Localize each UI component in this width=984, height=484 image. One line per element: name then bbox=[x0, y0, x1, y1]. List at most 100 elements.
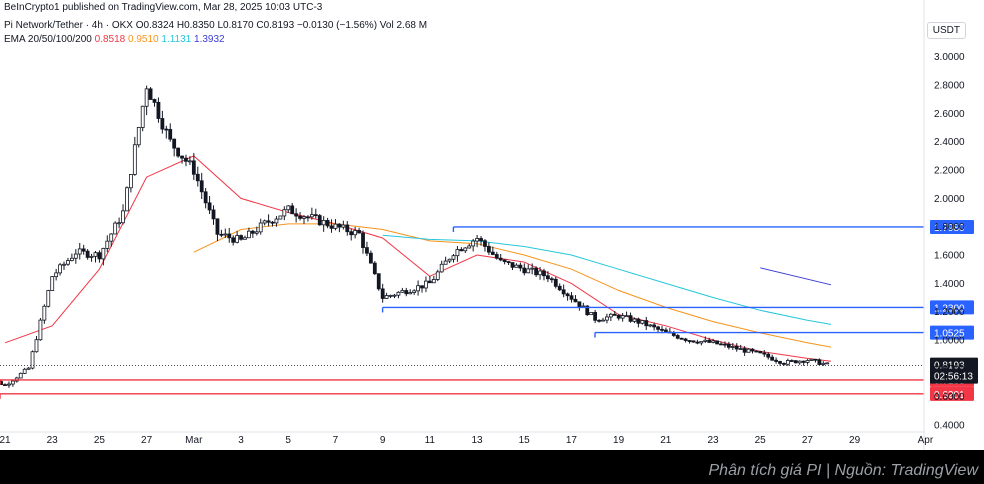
candle-down bbox=[317, 215, 322, 226]
x-tick-label: 27 bbox=[802, 435, 814, 446]
candle-up bbox=[825, 362, 830, 365]
candle-up bbox=[443, 260, 448, 265]
ema-line-ema100 bbox=[382, 234, 832, 325]
candle-up bbox=[321, 220, 326, 226]
candle-down bbox=[357, 230, 361, 234]
candle-up bbox=[113, 222, 118, 235]
candle-up bbox=[620, 315, 625, 319]
candle-up bbox=[467, 245, 472, 249]
candle-down bbox=[683, 338, 688, 341]
candle-up bbox=[475, 238, 479, 242]
candle-down bbox=[184, 157, 188, 162]
candle-down bbox=[148, 88, 153, 100]
candle-up bbox=[125, 187, 129, 212]
candle-up bbox=[93, 252, 98, 257]
candle-up bbox=[58, 264, 62, 274]
candle-down bbox=[715, 340, 719, 345]
candle-down bbox=[628, 315, 633, 322]
candle-down bbox=[518, 264, 523, 269]
candle-down bbox=[483, 240, 487, 247]
candle-up bbox=[471, 240, 476, 247]
candle-down bbox=[734, 346, 739, 350]
chart-panel[interactable]: BeInCrypto1 published on TradingView.com… bbox=[0, 0, 984, 450]
candle-down bbox=[593, 312, 598, 321]
candle-up bbox=[243, 237, 247, 240]
candle-down bbox=[294, 213, 299, 217]
ema-layer bbox=[4, 155, 832, 362]
candle-up bbox=[455, 249, 460, 257]
candle-down bbox=[660, 328, 664, 331]
candle-up bbox=[7, 383, 11, 386]
candle-down bbox=[427, 280, 432, 284]
candle-up bbox=[128, 174, 133, 189]
candle-up bbox=[821, 362, 826, 365]
candle-down bbox=[337, 223, 342, 228]
y-tick-label: 2.8000 bbox=[934, 81, 965, 92]
candle-down bbox=[561, 289, 566, 295]
price-chart-svg[interactable]: 1.79801.23001.05250.71830.62010.819302:5… bbox=[0, 0, 984, 450]
candle-down bbox=[172, 138, 177, 149]
candle-down bbox=[349, 231, 354, 236]
ema-line-ema200 bbox=[760, 267, 832, 286]
candle-down bbox=[664, 329, 668, 333]
candle-down bbox=[758, 350, 763, 354]
candle-down bbox=[817, 359, 822, 365]
x-tick-label: 21 bbox=[660, 435, 672, 446]
y-tick-label: 3.0000 bbox=[934, 52, 965, 63]
candle-down bbox=[270, 221, 275, 224]
candle-down bbox=[313, 214, 318, 217]
x-tick-label: 19 bbox=[613, 435, 625, 446]
y-tick-label: 1.8000 bbox=[934, 222, 965, 233]
candle-up bbox=[258, 222, 263, 233]
candle-up bbox=[73, 253, 78, 259]
candle-up bbox=[699, 340, 704, 344]
candle-down bbox=[487, 246, 491, 253]
candle-down bbox=[726, 343, 731, 348]
y-tick-label: 2.0000 bbox=[934, 194, 965, 205]
candle-up bbox=[805, 360, 810, 363]
candle-down bbox=[250, 230, 255, 234]
y-tick-label: 2.4000 bbox=[934, 137, 965, 148]
candle-down bbox=[719, 343, 723, 346]
candle-up bbox=[424, 280, 428, 289]
candle-down bbox=[565, 293, 570, 297]
candle-down bbox=[85, 250, 90, 258]
y-tick-label: 0.6000 bbox=[934, 392, 965, 403]
candle-down bbox=[168, 129, 173, 140]
candle-down bbox=[597, 319, 601, 322]
candle-down bbox=[490, 251, 495, 255]
candle-up bbox=[223, 233, 228, 236]
candle-down bbox=[766, 353, 771, 358]
candle-up bbox=[353, 230, 358, 236]
candle-down bbox=[770, 356, 775, 361]
candle-up bbox=[439, 263, 444, 273]
candle-down bbox=[553, 278, 558, 287]
x-tick-label: 25 bbox=[755, 435, 767, 446]
candle-up bbox=[109, 233, 114, 242]
candle-down bbox=[81, 248, 86, 252]
candle-down bbox=[306, 216, 310, 219]
y-tick-label: 1.4000 bbox=[934, 279, 965, 290]
candle-down bbox=[691, 340, 696, 343]
candle-down bbox=[164, 128, 169, 131]
candle-down bbox=[207, 202, 212, 211]
x-tick-label: 23 bbox=[47, 435, 59, 446]
candle-up bbox=[785, 360, 790, 365]
candle-down bbox=[723, 343, 727, 346]
candle-down bbox=[239, 235, 243, 240]
x-tick-label: 23 bbox=[707, 435, 719, 446]
candle-up bbox=[711, 340, 716, 343]
candle-down bbox=[298, 215, 302, 219]
candle-down bbox=[557, 285, 562, 291]
x-tick-label: 21 bbox=[0, 435, 11, 446]
candle-down bbox=[546, 275, 550, 280]
candle-up bbox=[136, 127, 141, 146]
candle-down bbox=[494, 254, 499, 259]
candle-up bbox=[18, 372, 23, 379]
candle-down bbox=[152, 99, 157, 103]
candle-up bbox=[62, 263, 66, 266]
candle-down bbox=[203, 191, 208, 204]
x-tick-label: 5 bbox=[285, 435, 291, 446]
candle-down bbox=[707, 339, 712, 343]
candle-down bbox=[180, 155, 184, 159]
